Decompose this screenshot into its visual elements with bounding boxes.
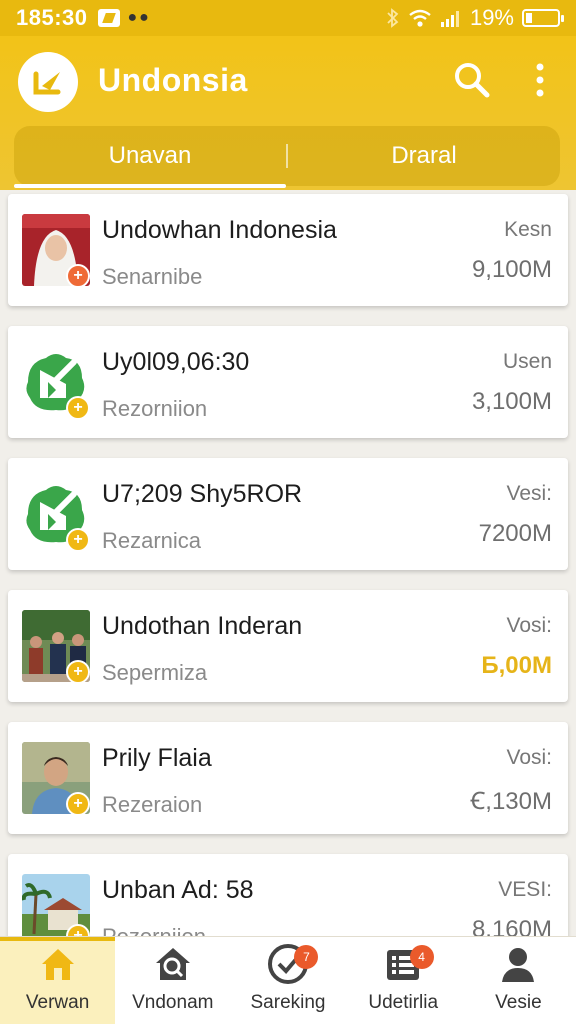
item-title: Unban Ad: 58: [102, 876, 254, 904]
nav-item-sareking[interactable]: 7 Sareking: [230, 937, 345, 1024]
item-subtitle: Rezarnica: [102, 528, 202, 553]
item-value: 9,100M: [471, 256, 552, 283]
item-label: Usen: [502, 350, 552, 373]
bottom-navigation: Verwan Vndonam 7 Sareking 4 Udetirlia Ve…: [0, 936, 576, 1024]
item-title: Uy0l09,06:30: [102, 348, 250, 376]
notification-badge: 7: [294, 945, 319, 969]
list-item[interactable]: + Undowhan Indonesia Senarnibe Kesn 9,10…: [8, 194, 568, 306]
home-icon: [36, 942, 80, 986]
list-item[interactable]: + Prily Flaia Rezeraion Vosi: Ꞓ,130M: [8, 722, 568, 834]
status-bar: 185:30 ●● 19%: [0, 0, 576, 36]
item-value: Ꞓ,130M: [470, 788, 552, 815]
item-label: Vesi:: [506, 482, 552, 505]
tab-unavan[interactable]: Unavan: [14, 126, 286, 188]
item-label: Vosi:: [506, 614, 552, 637]
battery-percent: 19%: [469, 5, 514, 30]
add-badge-icon: +: [66, 396, 90, 420]
item-subtitle: Rezeraion: [102, 792, 203, 817]
item-title: Undowhan Indonesia: [102, 216, 337, 244]
item-subtitle: Sepermiza: [102, 660, 208, 685]
nav-item-verwan[interactable]: Verwan: [0, 937, 116, 1024]
app-bar: Undonsia Unavan Draral: [0, 36, 576, 190]
item-label: VESI:: [498, 878, 552, 901]
more-menu-icon[interactable]: [530, 60, 550, 100]
bluetooth-icon: [387, 8, 399, 28]
item-title: Prily Flaia: [102, 744, 212, 772]
list-item[interactable]: + Undothan Inderan Sepermiza Vosi: Б,00M: [8, 590, 568, 702]
item-subtitle: Senarnibe: [102, 264, 203, 289]
search-icon[interactable]: [452, 60, 492, 100]
add-badge-icon: +: [66, 792, 90, 816]
app-title: Undonsia: [98, 62, 248, 98]
house-search-icon: [151, 942, 195, 986]
item-value: 8,160M: [471, 916, 552, 936]
item-title: Undothan Inderan: [102, 612, 303, 640]
notification-badge: 4: [409, 945, 434, 969]
notification-app-icon: [97, 9, 120, 27]
app-logo[interactable]: [18, 52, 78, 112]
item-label: Vosi:: [506, 746, 552, 769]
nav-label: Vesie: [495, 992, 542, 1013]
person-icon: [496, 942, 540, 986]
wifi-icon: [409, 9, 431, 27]
item-title: U7;209 Shy5ROR: [102, 480, 303, 508]
content-list: + Undowhan Indonesia Senarnibe Kesn 9,10…: [0, 190, 576, 936]
list-item[interactable]: + U7;209 Shy5ROR Rezarnica Vesi: 7200M: [8, 458, 568, 570]
status-time: 185:30: [16, 5, 88, 30]
add-badge-icon: +: [66, 264, 90, 288]
item-value: 7200M: [478, 520, 552, 547]
nav-item-vndonam[interactable]: Vndonam: [115, 937, 230, 1024]
list-item[interactable]: + Unban Ad: 58 Pozorniion VESI: 8,160M: [8, 854, 568, 936]
item-value: Б,00M: [481, 652, 552, 679]
battery-icon: [522, 9, 564, 27]
nav-label: Vndonam: [132, 992, 214, 1013]
paper-plane-icon: [33, 71, 61, 95]
signal-icon: [440, 11, 459, 27]
add-badge-icon: +: [66, 660, 90, 684]
nav-item-vesie[interactable]: Vesie: [461, 937, 576, 1024]
nav-label: Verwan: [25, 992, 90, 1013]
nav-label: Udetirlia: [368, 992, 439, 1013]
nav-label: Sareking: [250, 992, 326, 1013]
tab-draral[interactable]: Draral: [288, 126, 560, 186]
item-subtitle: Rezorniion: [102, 396, 208, 421]
item-subtitle: Pozorniion: [102, 924, 206, 936]
item-value: 3,100M: [471, 388, 552, 415]
list-item[interactable]: + Uy0l09,06:30 Rezorniion Usen 3,100M: [8, 326, 568, 438]
more-notifications-icon: ●●: [127, 9, 151, 26]
nav-item-udetirlia[interactable]: 4 Udetirlia: [346, 937, 461, 1024]
tab-bar: Unavan Draral: [14, 126, 560, 188]
item-label: Kesn: [504, 218, 552, 241]
add-badge-icon: +: [66, 528, 90, 552]
